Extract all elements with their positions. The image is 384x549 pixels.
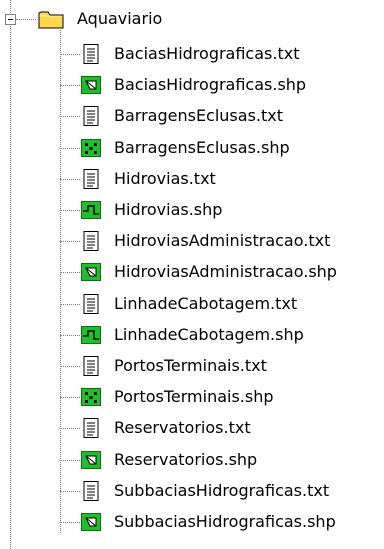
file-label[interactable]: BarragensEclusas.shp — [114, 137, 290, 159]
file-label[interactable]: HidroviasAdministracao.txt — [114, 230, 330, 252]
tree-line-connector — [60, 522, 80, 523]
file-tree-item[interactable]: PortosTerminais.txt — [0, 350, 384, 382]
file-tree-item[interactable]: SubbaciasHidrograficas.txt — [0, 475, 384, 507]
text-file-icon — [80, 230, 102, 252]
text-file-icon — [80, 417, 102, 439]
tree-line-connector — [60, 85, 80, 87]
file-tree-item[interactable]: Reservatorios.shp — [0, 444, 384, 476]
text-file-icon — [80, 168, 102, 190]
text-file-icon — [80, 480, 102, 502]
tree-line-connector — [60, 116, 80, 118]
tree-line-connector — [60, 428, 80, 430]
tree-line-connector — [60, 210, 80, 211]
file-tree-item[interactable]: SubbaciasHidrograficas.shp — [0, 506, 384, 538]
line-shapefile-icon — [80, 324, 102, 346]
tree-line-connector — [60, 147, 80, 149]
file-tree-item[interactable]: BarragensEclusas.shp — [0, 132, 384, 164]
file-tree-item[interactable]: Hidrovias.txt — [0, 163, 384, 195]
polygon-shapefile-icon — [80, 261, 102, 283]
file-tree-item[interactable]: Reservatorios.txt — [0, 412, 384, 444]
file-tree-item[interactable]: Hidrovias.shp — [0, 194, 384, 226]
file-label[interactable]: SubbaciasHidrograficas.shp — [114, 511, 336, 533]
file-label[interactable]: LinhadeCabotagem.shp — [114, 324, 304, 346]
tree-line-connector — [60, 397, 80, 399]
file-label[interactable]: SubbaciasHidrograficas.txt — [114, 480, 329, 502]
text-file-icon — [80, 355, 102, 377]
file-label[interactable]: PortosTerminais.shp — [114, 386, 274, 408]
line-shapefile-icon — [80, 199, 102, 221]
tree-line-connector — [60, 272, 80, 274]
file-tree-item[interactable]: BaciasHidrograficas.shp — [0, 69, 384, 101]
file-tree-item[interactable]: BaciasHidrograficas.txt — [0, 38, 384, 70]
polygon-shapefile-icon — [80, 449, 102, 471]
file-tree-item[interactable]: LinhadeCabotagem.txt — [0, 288, 384, 320]
file-tree-item[interactable]: BarragensEclusas.txt — [0, 100, 384, 132]
file-label[interactable]: HidroviasAdministracao.shp — [114, 261, 337, 283]
polygon-shapefile-icon — [80, 511, 102, 533]
polygon-shapefile-icon — [80, 74, 102, 96]
text-file-icon — [80, 43, 102, 65]
file-tree-item[interactable]: LinhadeCabotagem.shp — [0, 319, 384, 351]
tree-line-connector — [60, 490, 80, 492]
text-file-icon — [80, 293, 102, 315]
file-label[interactable]: BaciasHidrograficas.txt — [114, 43, 299, 65]
tree-line-root-connector — [16, 19, 36, 20]
tree-line-connector — [60, 334, 80, 336]
file-tree: Aquaviario BaciasHidrograficas.txt Bacias… — [0, 0, 384, 549]
file-label[interactable]: BaciasHidrograficas.shp — [114, 74, 306, 96]
file-label[interactable]: BarragensEclusas.txt — [114, 105, 283, 127]
tree-line-connector — [60, 303, 80, 305]
tree-line-connector — [60, 366, 80, 367]
file-label[interactable]: Hidrovias.shp — [114, 199, 222, 221]
file-tree-item[interactable]: HidroviasAdministracao.txt — [0, 225, 384, 257]
tree-line-connector — [60, 241, 80, 243]
tree-line-connector — [60, 54, 80, 55]
point-shapefile-icon — [80, 386, 102, 408]
open-folder-icon[interactable] — [38, 9, 64, 29]
text-file-icon — [80, 105, 102, 127]
point-shapefile-icon — [80, 137, 102, 159]
tree-line-connector — [60, 178, 80, 180]
file-tree-item[interactable]: HidroviasAdministracao.shp — [0, 256, 384, 288]
collapse-toggle[interactable] — [5, 14, 16, 25]
file-label[interactable]: Hidrovias.txt — [114, 168, 216, 190]
file-label[interactable]: Reservatorios.txt — [114, 417, 251, 439]
file-tree-item[interactable]: PortosTerminais.shp — [0, 381, 384, 413]
file-label[interactable]: LinhadeCabotagem.txt — [114, 293, 297, 315]
file-label[interactable]: PortosTerminais.txt — [114, 355, 267, 377]
file-label[interactable]: Reservatorios.shp — [114, 449, 257, 471]
folder-label[interactable]: Aquaviario — [77, 8, 162, 30]
tree-line-connector — [60, 459, 80, 461]
